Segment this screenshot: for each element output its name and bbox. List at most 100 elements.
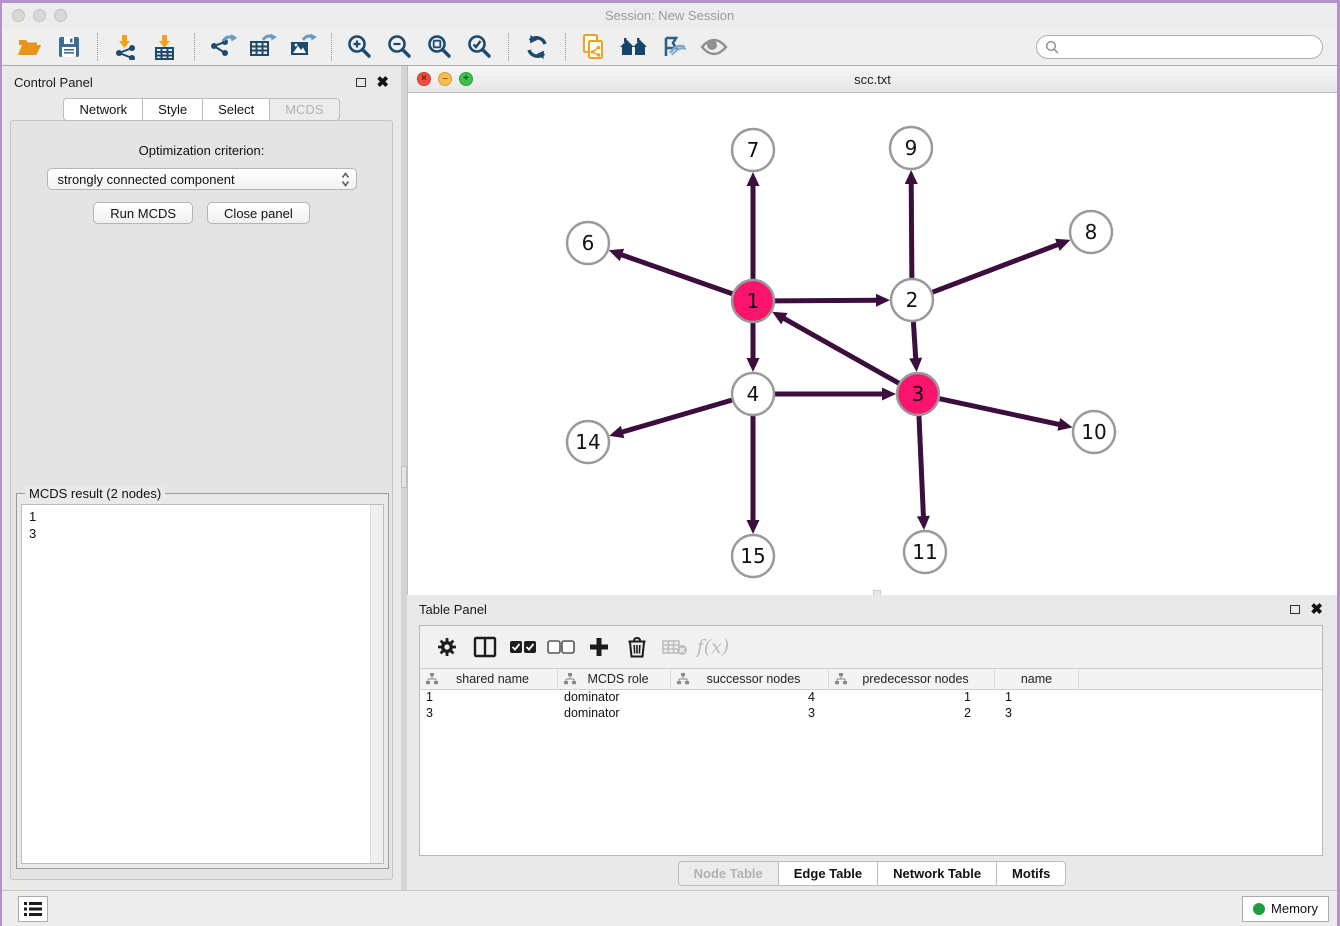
maximize-window-button[interactable] (54, 9, 67, 22)
network-window-title: scc.txt (408, 72, 1337, 87)
right-column: × – + scc.txt 7968124314101511 Table Pan… (407, 66, 1337, 890)
tab-network-table[interactable]: Network Table (877, 861, 997, 886)
minimize-window-button[interactable] (33, 9, 46, 22)
mcds-buttons: Run MCDS Close panel (11, 202, 392, 224)
tab-motifs[interactable]: Motifs (996, 861, 1066, 886)
export-network-icon[interactable] (206, 32, 240, 62)
graph-node-label: 8 (1085, 220, 1098, 244)
graph-edge-arrowhead (1055, 239, 1070, 251)
zoom-out-icon[interactable] (383, 32, 417, 62)
column-successor-nodes[interactable]: successor nodes (671, 669, 829, 689)
table-row[interactable]: 3 dominator 3 2 3 (420, 706, 1322, 722)
deselect-all-checkboxes-icon[interactable] (544, 632, 578, 662)
add-row-icon[interactable] (582, 632, 616, 662)
close-panel-icon[interactable]: ✖ (376, 75, 389, 90)
main-area: Control Panel ✖ Network Style Select MCD… (2, 66, 1337, 890)
tab-style[interactable]: Style (142, 98, 203, 121)
hierarchy-icon (564, 673, 576, 685)
float-panel-icon[interactable] (356, 78, 366, 87)
import-table-icon[interactable] (149, 32, 183, 62)
graph-edge-2-3[interactable] (913, 322, 915, 360)
refresh-layout-icon[interactable] (520, 32, 554, 62)
network-minimize-button[interactable]: – (438, 72, 452, 86)
tab-mcds[interactable]: MCDS (269, 98, 339, 121)
table-panel-header: Table Panel ✖ (407, 595, 1337, 623)
control-panel-tabs: Network Style Select MCDS (2, 98, 401, 121)
graph-edge-2-8[interactable] (933, 244, 1060, 292)
memory-button[interactable]: Memory (1242, 896, 1329, 922)
export-image-icon[interactable] (286, 32, 320, 62)
save-session-icon[interactable] (52, 32, 86, 62)
open-session-icon[interactable] (12, 32, 46, 62)
delete-table-icon[interactable] (658, 632, 692, 662)
graph-edge-arrowhead (882, 388, 896, 401)
node-table-container: f(x) shared name MCDS role (419, 625, 1323, 856)
zoom-selected-icon[interactable] (463, 32, 497, 62)
function-builder-icon: f(x) (696, 632, 730, 662)
close-window-button[interactable] (12, 9, 25, 22)
graph-edge-arrowhead (909, 358, 922, 372)
graph-edge-1-6[interactable] (620, 254, 732, 293)
graph-edge-1-2[interactable] (775, 300, 878, 301)
network-graph[interactable]: 7968124314101511 (408, 93, 1340, 595)
table-row[interactable]: 1 dominator 4 1 1 (420, 690, 1322, 706)
select-stepper-icon (341, 172, 350, 187)
column-shared-name[interactable]: shared name (420, 669, 558, 689)
graph-edge-arrowhead (609, 249, 624, 261)
memory-label: Memory (1271, 901, 1318, 916)
search-field[interactable] (1036, 35, 1323, 59)
select-all-checkboxes-icon[interactable] (506, 632, 540, 662)
toolbar-separator (565, 33, 566, 61)
window-controls (12, 9, 67, 22)
close-table-panel-icon[interactable]: ✖ (1310, 602, 1323, 617)
settings-gear-icon[interactable] (430, 632, 464, 662)
zoom-in-icon[interactable] (343, 32, 377, 62)
splitter-grip[interactable] (401, 466, 407, 488)
graph-edge-3-10[interactable] (940, 399, 1061, 425)
column-predecessor-nodes[interactable]: predecessor nodes (829, 669, 995, 689)
tab-select[interactable]: Select (202, 98, 270, 121)
toolbar-separator (331, 33, 332, 61)
optimization-criterion-label: Optimization criterion: (11, 143, 392, 158)
graph-node-label: 4 (747, 382, 760, 406)
column-name[interactable]: name (995, 669, 1079, 689)
hide-graphics-details-icon[interactable] (657, 32, 691, 62)
column-mcds-role[interactable]: MCDS role (558, 669, 671, 689)
duplicate-network-icon[interactable] (577, 32, 611, 62)
control-panel: Control Panel ✖ Network Style Select MCD… (2, 66, 401, 890)
import-network-icon[interactable] (109, 32, 143, 62)
result-scrollbar[interactable] (370, 505, 383, 863)
run-mcds-button[interactable]: Run MCDS (93, 202, 193, 224)
network-maximize-button[interactable]: + (459, 72, 473, 86)
tab-network[interactable]: Network (63, 98, 143, 121)
search-input[interactable] (1064, 40, 1314, 54)
network-view-window: × – + scc.txt 7968124314101511 (407, 66, 1337, 595)
graph-edge-4-14[interactable] (621, 400, 732, 432)
export-table-icon[interactable] (246, 32, 280, 62)
mcds-result-area: 1 3 (21, 504, 384, 864)
hierarchy-icon (835, 673, 847, 685)
home-layout-icon[interactable] (617, 32, 651, 62)
network-close-button[interactable]: × (417, 72, 431, 86)
tab-edge-table[interactable]: Edge Table (778, 861, 878, 886)
graph-node-label: 15 (740, 544, 765, 568)
task-history-button[interactable] (18, 896, 48, 922)
zoom-fit-icon[interactable] (423, 32, 457, 62)
column-view-icon[interactable] (468, 632, 502, 662)
status-bar: Memory (2, 890, 1337, 926)
graph-edge-arrowhead (905, 170, 918, 184)
network-window-titlebar[interactable]: × – + scc.txt (408, 66, 1337, 93)
show-graphics-details-icon[interactable] (697, 32, 731, 62)
close-panel-button[interactable]: Close panel (207, 202, 310, 224)
delete-row-trash-icon[interactable] (620, 632, 654, 662)
network-canvas[interactable]: 7968124314101511 (408, 93, 1337, 600)
graph-edge-2-9[interactable] (911, 182, 912, 278)
toolbar-separator (97, 33, 98, 61)
tab-node-table[interactable]: Node Table (678, 861, 779, 886)
criterion-select[interactable]: strongly connected component (47, 168, 357, 190)
graph-edge-3-11[interactable] (919, 416, 924, 518)
criterion-selected-value: strongly connected component (58, 172, 341, 187)
float-table-panel-icon[interactable] (1290, 605, 1300, 614)
table-panel-tabs: Node Table Edge Table Network Table Moti… (407, 856, 1337, 890)
graph-edge-3-1[interactable] (783, 318, 899, 384)
